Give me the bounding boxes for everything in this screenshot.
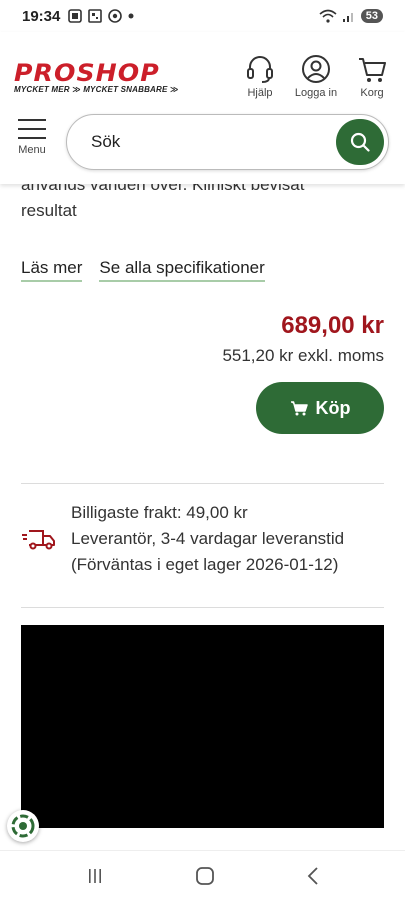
divider [21,483,384,484]
login-button[interactable]: Logga in [294,54,338,99]
delivery-time: Leverantör, 3-4 vardagar leveranstid [71,529,345,548]
search-input[interactable] [91,132,311,152]
buy-label: Köp [315,397,351,418]
status-bar: 19:34 53 [0,0,405,32]
menu-icon [18,119,46,139]
truck-icon [22,530,55,550]
cart-icon [359,58,386,82]
cart-button[interactable]: Korg [353,54,391,99]
logo-wordmark: PROSHOP [14,59,160,87]
divider [21,607,384,608]
signal-icon [342,13,353,22]
search-button[interactable] [336,119,384,165]
product-links: Läs mer Se alla specifikationer [21,258,265,282]
proshop-logo[interactable]: PROSHOP MYCKET MER ≫ MYCKET SNABBARE ≫ [14,61,204,94]
product-price: 689,00 kr [281,312,384,339]
widget-icon [11,814,35,838]
price-ex-vat: 551,20 kr exkl. moms [222,346,384,365]
screenshot-icon [68,9,83,23]
menu-button[interactable]: Menu [14,118,50,156]
buy-button[interactable]: Köp [256,382,384,434]
help-button[interactable]: Hjälp [241,54,279,99]
menu-label: Menu [18,144,46,156]
user-icon [302,55,330,83]
all-specs-link[interactable]: Se alla specifikationer [99,258,265,282]
recent-apps-icon[interactable] [86,867,104,885]
wifi-icon [319,9,337,23]
description-line: resultat [21,201,77,220]
header-actions: Hjälp Logga in Korg [241,54,391,99]
system-nav-bar [0,850,405,900]
headset-icon [247,56,273,83]
home-icon[interactable] [195,866,215,886]
read-more-link[interactable]: Läs mer [21,258,83,282]
cart-label: Korg [360,87,384,99]
dot-icon [128,13,134,19]
battery-indicator: 53 [360,9,383,23]
search-bar [66,114,389,170]
login-label: Logga in [294,87,338,99]
shipping-cost: Billigaste frakt: 49,00 kr [71,503,248,522]
expected-stock-date: (Förväntas i eget lager 2026-01-12) [71,555,339,574]
product-video[interactable] [21,625,384,828]
cart-icon [290,401,308,416]
chrome-icon [108,9,123,23]
site-header: PROSHOP MYCKET MER ≫ MYCKET SNABBARE ≫ H… [0,32,405,184]
floating-widget-button[interactable] [7,810,39,842]
back-icon[interactable] [306,866,320,886]
status-time: 19:34 [22,7,61,25]
search-icon [350,132,370,152]
help-label: Hjälp [247,87,273,99]
qr-icon [88,9,103,23]
shipping-info: Billigaste frakt: 49,00 kr Leverantör, 3… [21,500,384,578]
